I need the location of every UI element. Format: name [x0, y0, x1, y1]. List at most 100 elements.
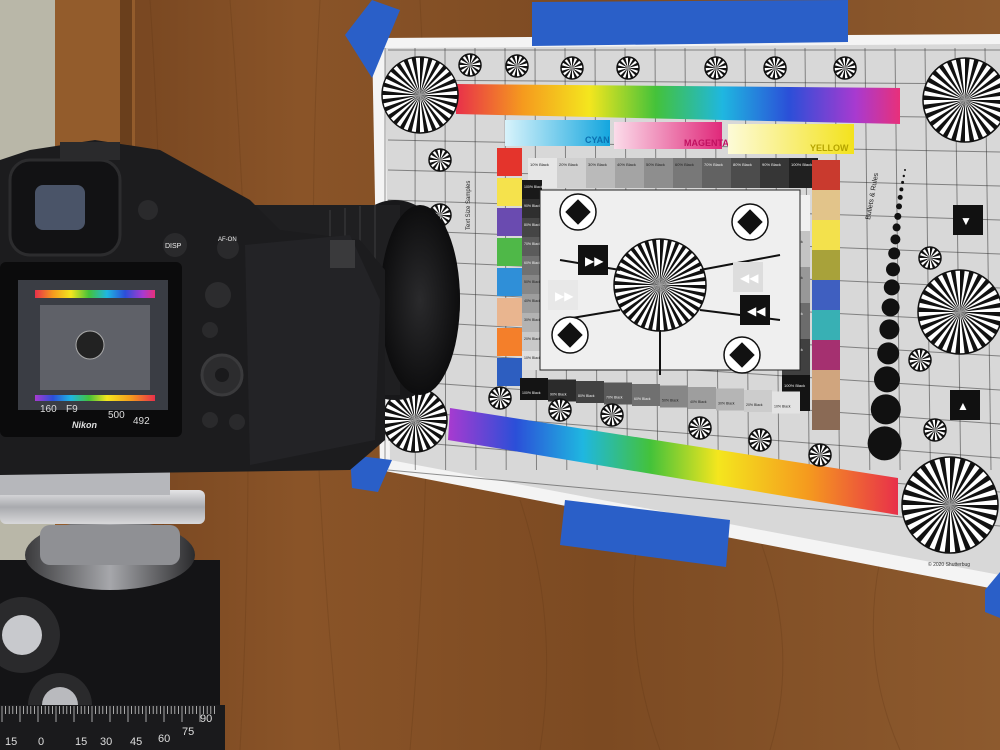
lcd-shots: 492	[133, 416, 150, 427]
left-gray-label: 40% Black	[524, 299, 541, 303]
bottom-gray-swatch	[660, 385, 688, 408]
knob-left-cap	[2, 615, 42, 655]
small-star	[833, 56, 857, 80]
top-gray-label: 100% Black	[791, 162, 812, 167]
left-gray-swatch	[522, 313, 542, 332]
chart-footer: © 2020 Shutterbug	[928, 561, 970, 568]
bullet-dot	[894, 212, 902, 220]
scale-label-4: 45	[130, 736, 142, 748]
lcd-star	[75, 330, 105, 360]
left-gray-swatch	[522, 199, 542, 218]
tape-top	[532, 0, 848, 46]
bottom-gray-label: 10% Black	[774, 405, 791, 409]
bottom-gray-label: 50% Black	[662, 399, 679, 403]
left-gray-swatch	[522, 218, 542, 237]
bottom-gray-label: 90% Black	[550, 393, 567, 397]
left-gray-label: 60% Black	[524, 261, 541, 265]
bottom-gray-swatch	[744, 390, 772, 412]
hotshoe	[60, 142, 120, 160]
small-star	[560, 56, 584, 80]
left-color-swatch	[497, 328, 522, 356]
small-star	[688, 416, 712, 440]
small-star	[458, 53, 482, 77]
left-gray-label: 80% Black	[524, 223, 541, 227]
lens-front	[380, 205, 460, 395]
bottom-gray-swatch	[576, 381, 604, 403]
small-star	[918, 246, 942, 270]
small-star	[600, 403, 624, 427]
bullet-dot	[902, 174, 905, 178]
right-color-swatch	[812, 250, 840, 280]
left-gray-label: 100% Black	[524, 185, 543, 189]
bullet-dot	[879, 319, 900, 340]
right-color-swatch	[812, 400, 840, 430]
scale-label-0: 15	[5, 736, 17, 748]
bullet-dot	[896, 203, 902, 210]
tripod	[0, 470, 225, 750]
left-gray-swatch	[522, 294, 542, 313]
top-gray-label: 10% Black	[530, 162, 549, 167]
scale-label-7: 90	[200, 713, 212, 725]
left-gray-swatch	[522, 180, 542, 199]
right-color-column	[812, 160, 840, 430]
top-gray-label: 90% Black	[762, 162, 781, 167]
bullet-dot	[901, 180, 905, 184]
clamp-plate	[0, 490, 205, 524]
right-color-swatch	[812, 340, 840, 370]
small-star	[505, 54, 529, 78]
right-color-swatch	[812, 280, 840, 310]
left-gray-label: 50% Black	[524, 280, 541, 284]
scale-label-3: 30	[100, 736, 112, 748]
afon-label: AF-ON	[218, 237, 237, 243]
zoom-button	[202, 412, 218, 428]
right-color-swatch	[812, 310, 840, 340]
bullet-dot	[867, 426, 902, 461]
small-star	[548, 398, 572, 422]
left-color-swatch	[497, 208, 522, 236]
bullet-dot	[870, 394, 901, 425]
photo-scene: CYAN MAGENTA YELLOW 10% Black 20% Black 30…	[0, 0, 1000, 750]
left-gray-label: 30% Black	[524, 318, 541, 322]
bullet-dot	[897, 194, 903, 200]
top-gray-label: 50% Black	[646, 162, 665, 167]
lcd-rainbow-bottom	[35, 395, 155, 401]
small-star	[428, 148, 452, 172]
top-gray-label: 80% Black	[733, 162, 752, 167]
bottom-gray-label: 20% Black	[746, 403, 763, 407]
right-color-swatch	[812, 190, 840, 220]
arrow-glyph: ▼	[960, 214, 972, 228]
star-mid-right	[917, 269, 1000, 355]
scale-label-2: 15	[75, 736, 87, 748]
top-gray-label: 70% Black	[704, 162, 723, 167]
lcd-aperture: F9	[66, 404, 78, 415]
lcd-rainbow	[35, 290, 155, 298]
nikon-logo: Nikon	[72, 420, 98, 430]
bottom-gray-label: 30% Black	[718, 402, 735, 406]
cyan-label: CYAN	[585, 135, 610, 145]
left-gray-swatch	[522, 237, 542, 256]
lens-release-strap	[330, 240, 355, 268]
left-gray-swatch	[522, 275, 542, 294]
small-star	[908, 348, 932, 372]
bottom-gray-swatch	[632, 384, 660, 406]
right-color-swatch	[812, 370, 840, 400]
bottom-gray-swatch	[716, 388, 744, 411]
disp-label: DISP	[165, 243, 182, 250]
bullet-dot	[899, 187, 904, 192]
small-star	[616, 56, 640, 80]
bullet-dot	[883, 279, 900, 296]
sub-selector	[205, 282, 231, 308]
bottom-gray-label: 70% Black	[606, 396, 623, 400]
arrow-glyph: ▶▶	[555, 289, 574, 303]
center-siemens-star	[613, 238, 707, 332]
top-gray-label: 20% Black	[559, 162, 578, 167]
left-color-swatch	[497, 178, 522, 206]
arrow-glyph: ◀◀	[740, 271, 759, 285]
scale-label-1: 0	[38, 736, 44, 748]
bottom-gray-label: 60% Black	[634, 397, 651, 401]
magenta-label: MAGENTA	[684, 138, 729, 148]
left-color-swatch	[497, 238, 522, 266]
yellow-label: YELLOW	[810, 143, 849, 153]
right-color-swatch	[812, 160, 840, 190]
left-gray-swatch	[522, 256, 542, 275]
